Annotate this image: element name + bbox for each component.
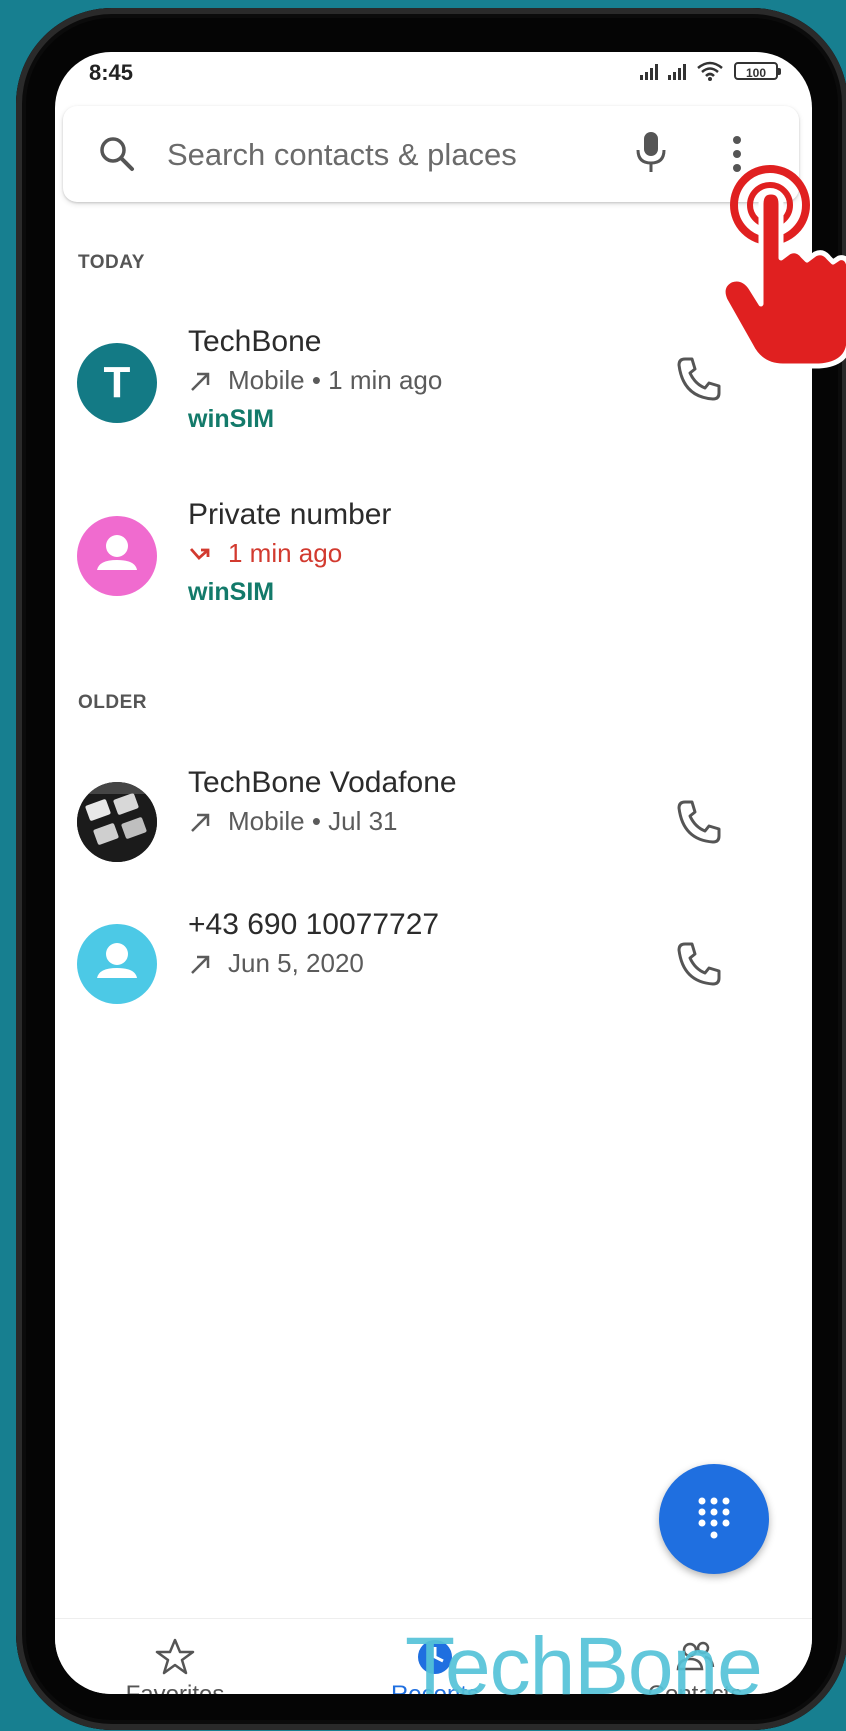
status-time: 8:45 xyxy=(89,60,134,85)
caller-name: TechBone xyxy=(188,325,322,358)
call-log-row[interactable]: Private number 1 min ago winSIM xyxy=(55,470,812,630)
caller-name: +43 690 10077727 xyxy=(188,908,440,941)
caller-name: TechBone Vodafone xyxy=(188,766,457,799)
call-time: Mobile • Jul 31 xyxy=(228,806,398,836)
call-detail: Mobile • Jul 31 xyxy=(188,806,398,837)
call-detail: Jun 5, 2020 xyxy=(188,948,364,979)
sim-label: winSIM xyxy=(188,578,275,606)
call-detail: Mobile • 1 min ago xyxy=(188,365,442,396)
avatar-letter: T xyxy=(103,358,131,407)
call-log-row[interactable]: +43 690 10077727 Jun 5, 2020 xyxy=(55,908,812,1044)
avatar[interactable]: T xyxy=(77,343,157,423)
dialpad-button[interactable] xyxy=(659,1464,769,1574)
person-icon xyxy=(97,943,137,978)
call-time: 1 min ago xyxy=(228,538,343,568)
phone-icon[interactable] xyxy=(673,938,725,990)
outgoing-call-icon xyxy=(191,813,210,832)
signal-icon xyxy=(668,62,686,80)
keyboard-photo xyxy=(77,782,157,862)
wifi-icon xyxy=(697,61,723,81)
call-time: Mobile • 1 min ago xyxy=(228,365,443,395)
star-icon xyxy=(155,1638,195,1675)
search-input[interactable] xyxy=(165,126,589,184)
call-time: Jun 5, 2020 xyxy=(228,948,364,978)
dialpad-icon xyxy=(698,1497,730,1539)
outgoing-call-icon xyxy=(191,372,210,391)
sim-label: winSIM xyxy=(188,405,275,433)
call-log-row[interactable]: T TechBone Mobile • 1 min ago winSIM xyxy=(55,297,812,457)
outgoing-call-icon xyxy=(191,955,210,974)
search-bar[interactable] xyxy=(63,106,799,202)
signal-icon xyxy=(640,62,658,80)
watermark-logo: TechBone xyxy=(405,1621,763,1712)
avatar-photo[interactable] xyxy=(77,782,157,862)
nav-label: Favorites xyxy=(85,1681,265,1694)
phone-icon[interactable] xyxy=(673,796,725,848)
missed-call-icon xyxy=(189,547,210,560)
caller-name: Private number xyxy=(188,498,392,531)
call-detail: 1 min ago xyxy=(188,538,342,569)
search-icon[interactable] xyxy=(97,134,137,174)
status-icons: 100 xyxy=(640,60,781,82)
screen: 8:45 100 Search contacts & places TODAY … xyxy=(55,52,812,1694)
battery-icon: 100 xyxy=(734,62,781,80)
call-log-row[interactable]: TechBone Vodafone Mobile • Jul 31 xyxy=(55,766,812,902)
mic-icon[interactable] xyxy=(631,128,671,176)
nav-favorites[interactable]: Favorites xyxy=(85,1619,265,1694)
tap-indicator-hand-icon xyxy=(720,165,846,369)
person-icon xyxy=(97,535,137,570)
status-bar: 8:45 100 xyxy=(55,52,812,112)
section-header-today: TODAY xyxy=(78,252,145,273)
avatar[interactable] xyxy=(77,516,157,596)
section-header-older: OLDER xyxy=(78,692,147,713)
avatar[interactable] xyxy=(77,924,157,1004)
